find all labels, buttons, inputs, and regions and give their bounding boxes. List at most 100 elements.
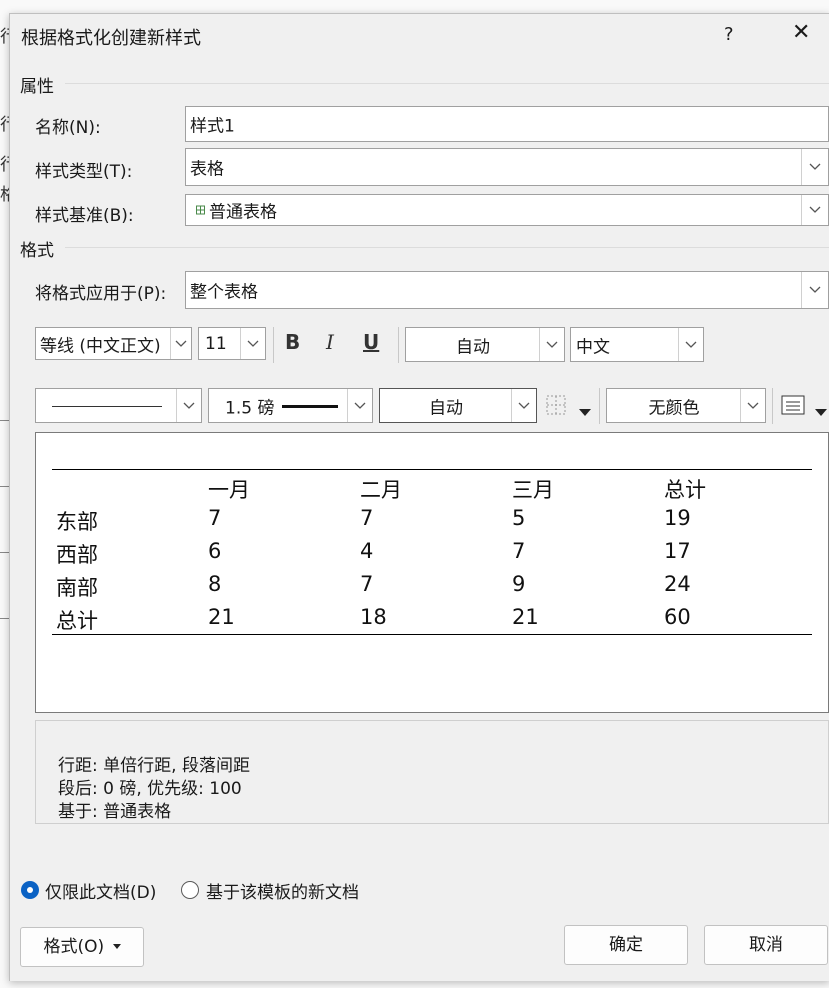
chevron-down-icon[interactable]	[539, 328, 564, 361]
style-type-label: 样式类型(T):	[35, 162, 133, 182]
section-divider	[65, 83, 829, 84]
description-line: 段后: 0 磅, 优先级: 100	[58, 779, 242, 799]
bold-button[interactable]: B	[285, 330, 300, 354]
shading-color-select[interactable]: 无颜色	[606, 388, 766, 423]
table-cell: 9	[512, 572, 526, 596]
dialog-title: 根据格式化创建新样式	[21, 28, 201, 49]
chevron-down-icon[interactable]	[176, 389, 201, 422]
border-weight-select[interactable]: 1.5 磅	[208, 388, 373, 423]
table-cell: 21	[512, 605, 539, 629]
font-color-select[interactable]: 自动	[405, 327, 565, 362]
table-cell: 7	[360, 506, 374, 530]
style-based-on-label: 样式基准(B):	[35, 206, 134, 226]
create-style-dialog: 根据格式化创建新样式 ? ✕ 属性 名称(N): 样式1 样式类型(T): 表格…	[9, 13, 829, 981]
font-size-select[interactable]: 11	[198, 327, 266, 360]
table-cell: 6	[208, 539, 222, 563]
table-cell: 8	[208, 572, 222, 596]
style-description: 行距: 单倍行距, 段落间距 段后: 0 磅, 优先级: 100 基于: 普通表…	[35, 720, 829, 824]
name-input-value: 样式1	[190, 116, 235, 137]
table-row-label: 南部	[56, 576, 98, 600]
table-cell: 4	[360, 539, 374, 563]
cell-alignment-icon	[781, 395, 805, 415]
format-button-label: 格式(O)	[43, 937, 105, 957]
chevron-down-icon[interactable]	[740, 389, 765, 422]
script-value: 中文	[576, 337, 610, 357]
table-row-label: 总计	[56, 609, 98, 633]
cancel-button[interactable]: 取消	[704, 925, 828, 965]
only-this-document-radio[interactable]	[21, 881, 39, 899]
table-row-label: 东部	[56, 510, 98, 534]
alignment-dropdown-icon[interactable]	[815, 402, 827, 422]
chevron-down-icon[interactable]	[511, 389, 536, 422]
border-weight-value: 1.5 磅	[225, 398, 275, 418]
alignment-button[interactable]	[781, 395, 805, 420]
table-cell: 18	[360, 605, 387, 629]
underline-button[interactable]: U	[363, 330, 379, 354]
table-header-cell: 二月	[360, 478, 402, 502]
new-documents-template-radio[interactable]	[181, 881, 199, 899]
border-style-select[interactable]	[35, 388, 202, 423]
help-button[interactable]: ?	[724, 24, 734, 45]
borders-dropdown-icon[interactable]	[579, 402, 591, 422]
chevron-down-icon[interactable]	[678, 328, 703, 361]
style-based-on-text: 普通表格	[209, 202, 277, 223]
table-style-icon	[196, 205, 205, 215]
table-cell: 5	[512, 506, 526, 530]
table-header-cell: 三月	[512, 478, 554, 502]
style-preview: 一月 二月 三月 总计 东部 7 7 5 19 西部 6 4 7 17 南部 8…	[35, 432, 829, 713]
table-cell: 7	[360, 572, 374, 596]
style-based-on-select[interactable]: 普通表格	[185, 194, 829, 226]
italic-button[interactable]: I	[326, 330, 334, 354]
style-type-select[interactable]: 表格	[185, 148, 829, 186]
border-line-sample	[52, 406, 162, 407]
description-line: 基于: 普通表格	[58, 802, 172, 822]
toolbar-separator	[772, 388, 773, 424]
format-menu-button[interactable]: 格式(O)	[20, 927, 144, 967]
border-weight-sample	[282, 405, 338, 408]
shading-color-value: 无颜色	[648, 398, 700, 418]
new-documents-template-label[interactable]: 基于该模板的新文档	[206, 878, 359, 903]
apply-format-to-label: 将格式应用于(P):	[35, 284, 167, 304]
table-cell: 17	[664, 539, 691, 563]
border-color-value: 自动	[429, 398, 463, 418]
toolbar-separator	[273, 327, 274, 363]
style-type-value: 表格	[190, 159, 224, 180]
table-header-cell: 一月	[208, 478, 250, 502]
font-color-value: 自动	[456, 337, 490, 357]
table-row-label: 西部	[56, 543, 98, 567]
chevron-down-icon[interactable]	[170, 328, 191, 359]
close-button[interactable]: ✕	[792, 20, 810, 45]
name-label: 名称(N):	[35, 118, 101, 138]
table-header-cell: 总计	[664, 478, 706, 502]
chevron-down-icon[interactable]	[240, 328, 265, 359]
border-color-select[interactable]: 自动	[379, 388, 537, 423]
properties-section-title: 属性	[20, 77, 54, 97]
font-size-value: 11	[205, 333, 227, 354]
apply-format-to-value: 整个表格	[190, 282, 258, 303]
table-top-border	[52, 469, 812, 470]
name-input[interactable]: 样式1	[185, 106, 829, 142]
script-select[interactable]: 中文	[570, 327, 704, 362]
chevron-down-icon[interactable]	[801, 149, 828, 185]
description-line: 行距: 单倍行距, 段落间距	[58, 756, 250, 776]
table-cell: 21	[208, 605, 235, 629]
apply-format-to-select[interactable]: 整个表格	[185, 271, 829, 309]
chevron-down-icon[interactable]	[801, 272, 828, 308]
table-cell: 7	[208, 506, 222, 530]
table-cell: 19	[664, 506, 691, 530]
table-cell: 24	[664, 572, 691, 596]
format-section-title: 格式	[20, 241, 54, 261]
border-grid-icon	[546, 395, 566, 415]
chevron-down-icon[interactable]	[801, 195, 828, 225]
borders-button[interactable]	[546, 395, 568, 420]
section-divider	[65, 247, 829, 248]
caret-down-icon	[112, 944, 121, 949]
toolbar-separator	[398, 327, 399, 363]
style-based-on-value: 普通表格	[196, 198, 277, 223]
table-cell: 60	[664, 605, 691, 629]
chevron-down-icon[interactable]	[347, 389, 372, 422]
only-this-document-label[interactable]: 仅限此文档(D)	[45, 878, 156, 903]
font-family-select[interactable]: 等线 (中文正文)	[35, 327, 192, 360]
table-cell: 7	[512, 539, 526, 563]
ok-button[interactable]: 确定	[564, 925, 688, 965]
